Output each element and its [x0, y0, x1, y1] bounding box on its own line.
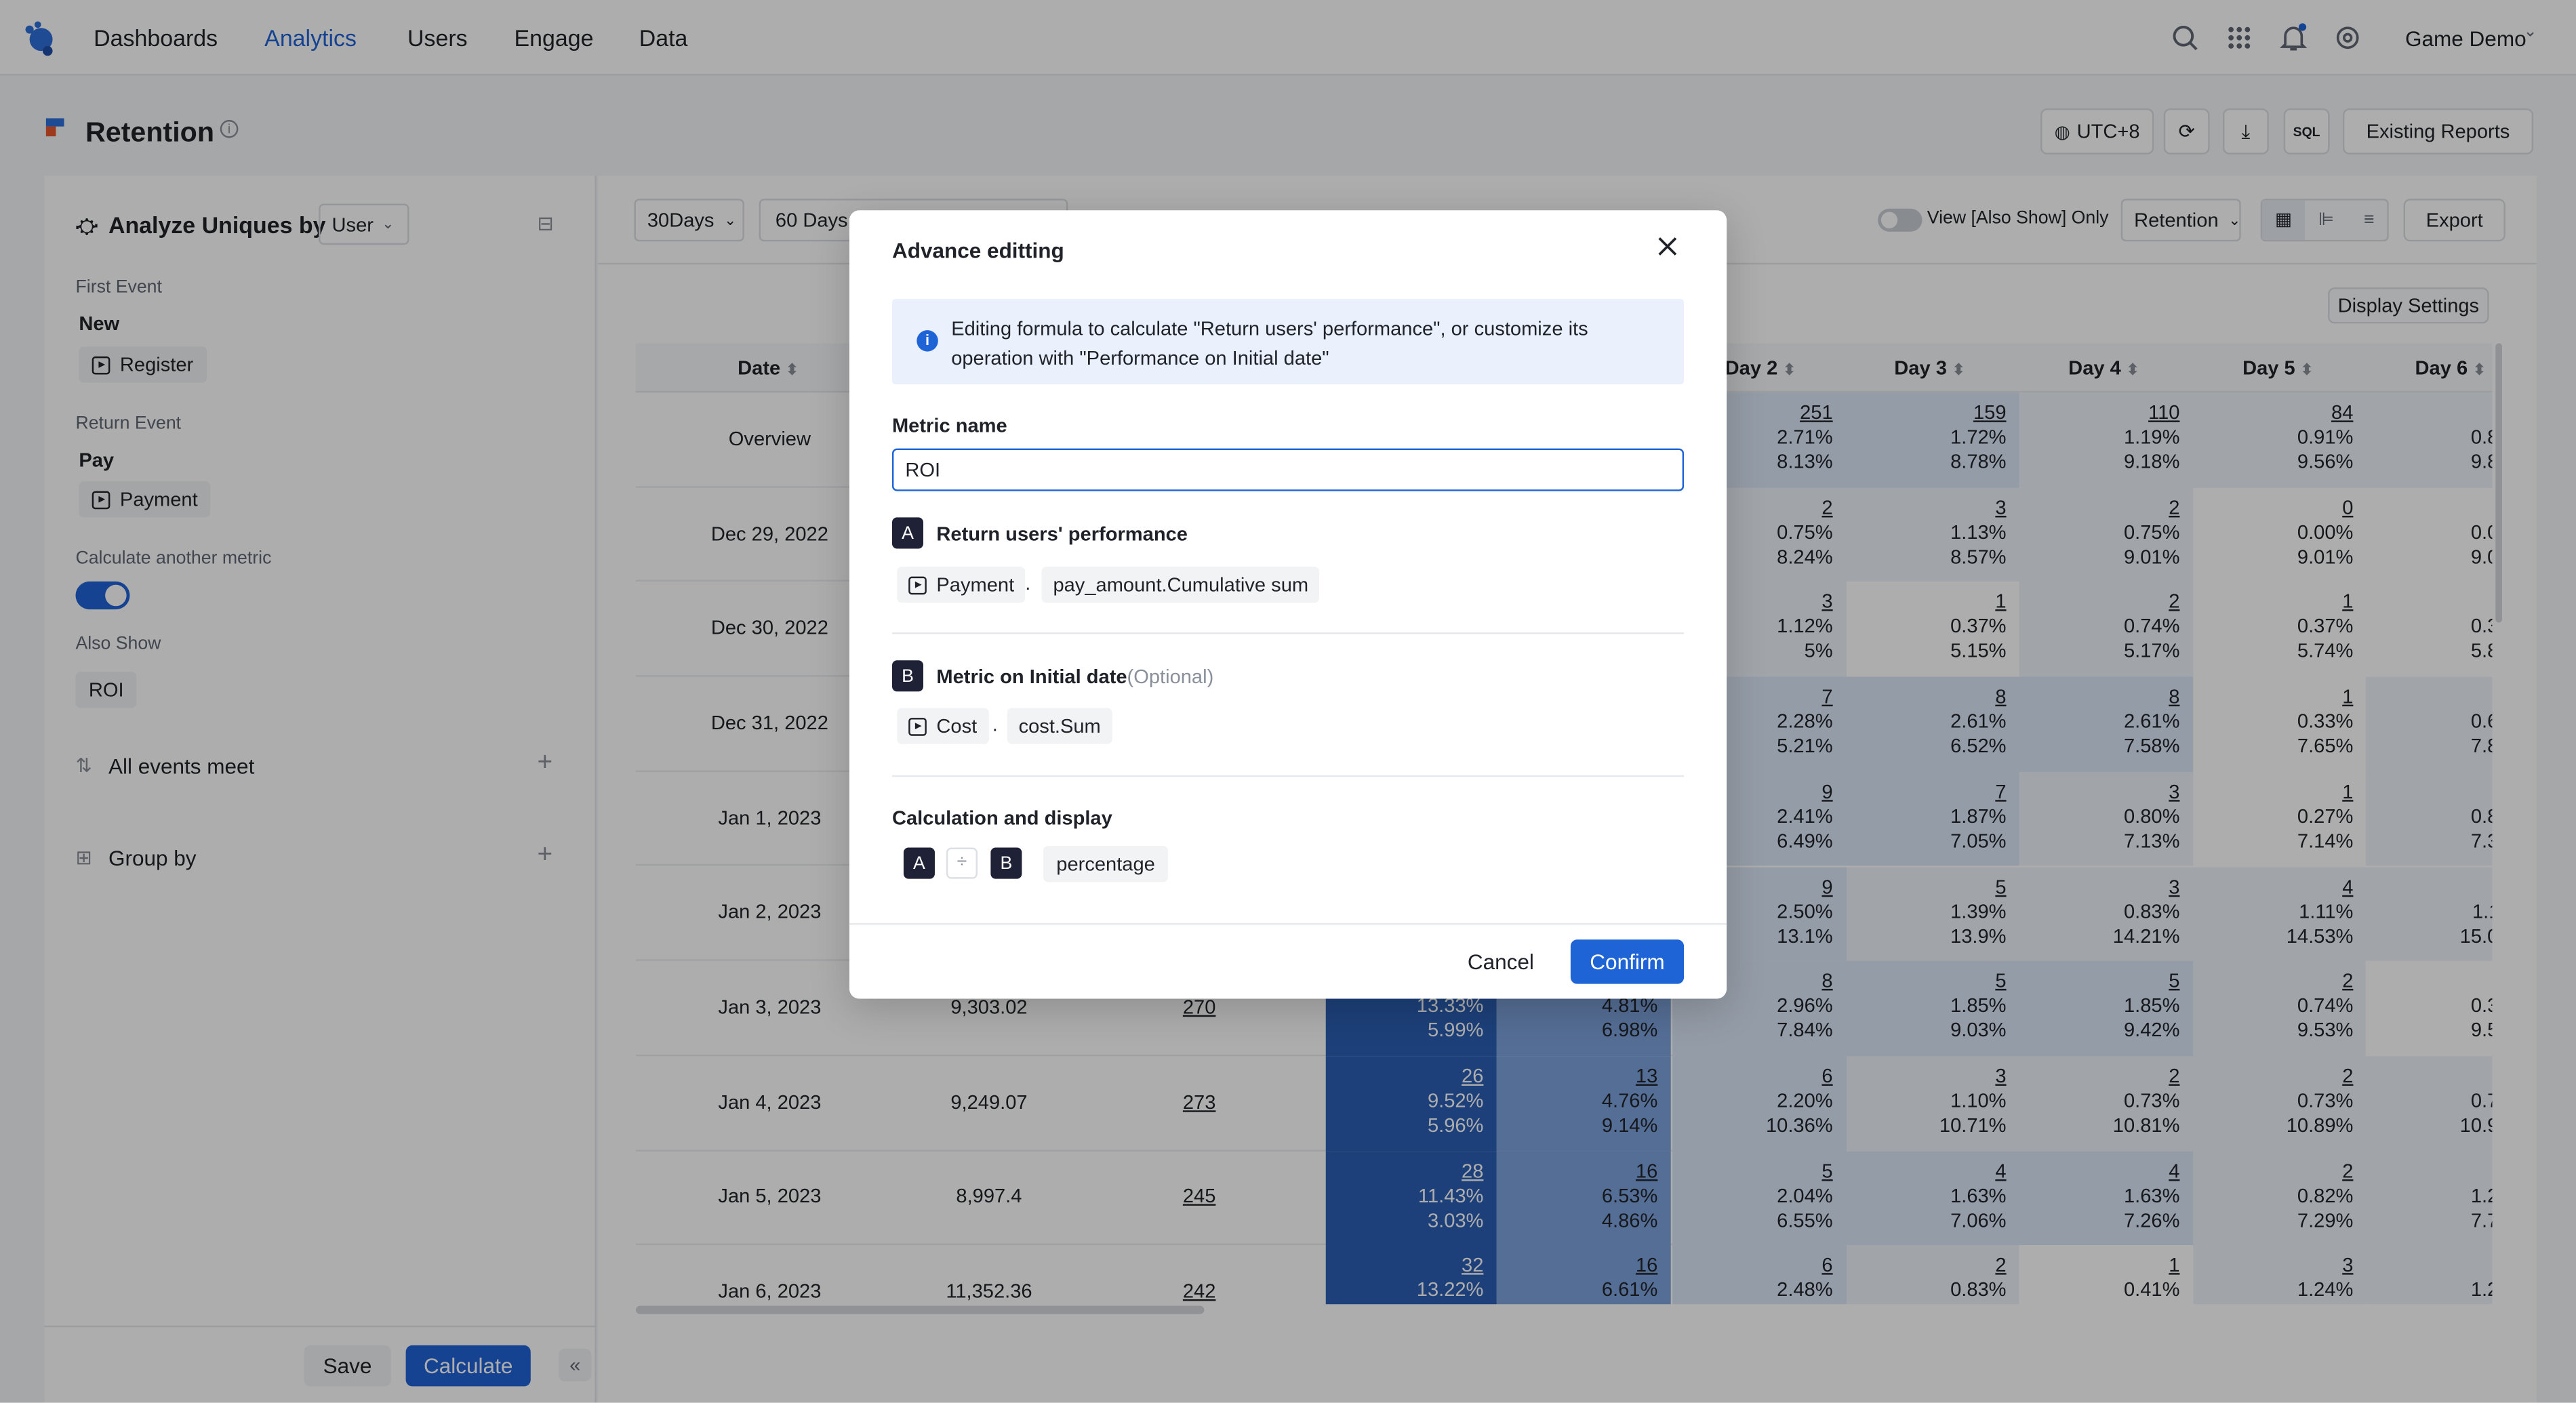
- calc-operand-a[interactable]: A: [903, 847, 935, 879]
- dialog-title: Advance editting: [891, 238, 1064, 263]
- cancel-button[interactable]: Cancel: [1457, 939, 1545, 984]
- metric-b-event-chip[interactable]: Cost: [897, 708, 989, 744]
- divider: [891, 775, 1685, 777]
- calc-operator-select[interactable]: ÷: [946, 847, 978, 879]
- event-icon: [908, 575, 927, 594]
- display-format-chip[interactable]: percentage: [1043, 846, 1169, 882]
- divider: [891, 632, 1685, 634]
- metric-name-label: Metric name: [891, 413, 1007, 437]
- divider: [849, 923, 1727, 925]
- metric-a-event-chip[interactable]: Payment: [897, 567, 1026, 603]
- metric-a-title: Return users' performance: [936, 522, 1188, 546]
- metric-b-badge: B: [891, 660, 924, 692]
- calc-operand-b[interactable]: B: [990, 847, 1022, 879]
- metric-name-input[interactable]: [891, 448, 1685, 491]
- info-text: Editing formula to calculate "Return use…: [951, 317, 1588, 370]
- close-icon[interactable]: [1657, 237, 1677, 256]
- advance-editing-dialog: Advance editting i Editing formula to ca…: [849, 210, 1727, 999]
- metric-b-dot: .: [992, 712, 998, 736]
- metric-a-badge: A: [891, 517, 924, 549]
- metric-a-dot: .: [1025, 571, 1031, 595]
- metric-b-property-chip[interactable]: cost.Sum: [1007, 708, 1112, 744]
- info-icon: i: [917, 330, 938, 352]
- event-icon: [908, 716, 927, 735]
- confirm-button[interactable]: Confirm: [1570, 939, 1685, 984]
- metric-a-property-chip[interactable]: pay_amount.Cumulative sum: [1041, 567, 1321, 603]
- calculation-label: Calculation and display: [891, 806, 1112, 830]
- metric-b-title: Metric on Initial date(Optional): [936, 665, 1214, 689]
- info-banner: i Editing formula to calculate "Return u…: [891, 299, 1685, 385]
